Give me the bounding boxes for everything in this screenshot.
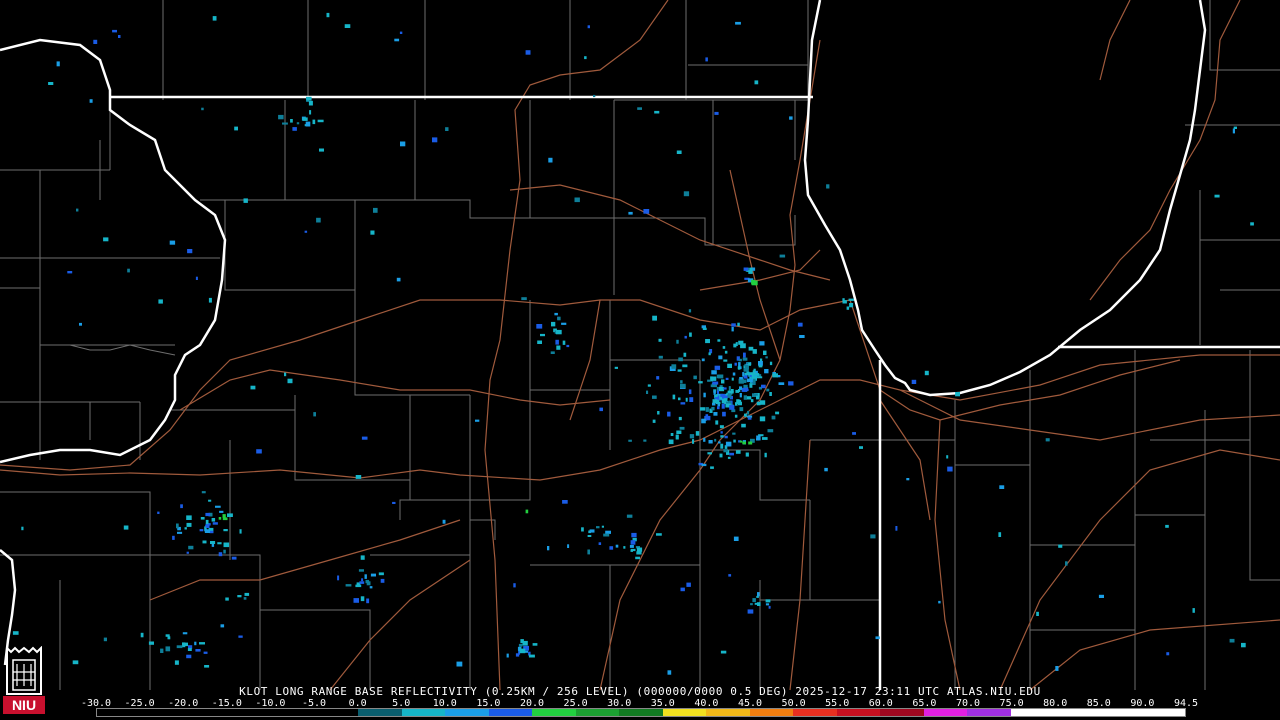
color-bin	[749, 709, 794, 716]
color-bin	[488, 709, 533, 716]
color-bin	[836, 709, 881, 716]
color-scale-bar	[96, 708, 1186, 717]
color-bin	[662, 709, 707, 716]
color-bin	[575, 709, 620, 716]
color-bin	[1010, 709, 1055, 716]
color-bin	[880, 709, 924, 716]
product-title: KLOT LONG RANGE BASE REFLECTIVITY (0.25K…	[239, 685, 1041, 698]
radar-map	[0, 0, 1280, 691]
color-bin	[227, 709, 272, 716]
color-bin	[445, 709, 489, 716]
color-bin	[923, 709, 968, 716]
radar-echoes	[12, 12, 1254, 675]
logo-text: NIU	[12, 697, 36, 713]
color-bin	[184, 709, 228, 716]
highways	[0, 0, 1280, 691]
color-bin	[793, 709, 837, 716]
county-lines	[0, 0, 1280, 690]
color-bin	[314, 709, 359, 716]
color-bin	[97, 709, 141, 716]
color-bin	[706, 709, 750, 716]
color-bin	[1054, 709, 1098, 716]
color-bin	[140, 709, 185, 716]
color-bin	[358, 709, 402, 716]
color-bin	[1141, 709, 1185, 716]
color-bin	[532, 709, 576, 716]
niu-logo: NIU	[3, 646, 45, 714]
color-bin	[967, 709, 1011, 716]
scale-labels: -30.0 -25.0 -20.0 -15.0 -10.0 -5.0 0.0 5.0 10.0 1…	[81, 698, 1198, 709]
color-bin	[271, 709, 315, 716]
state-borders	[0, 0, 1280, 690]
color-bin	[619, 709, 663, 716]
color-bin	[401, 709, 446, 716]
color-bin	[1097, 709, 1142, 716]
